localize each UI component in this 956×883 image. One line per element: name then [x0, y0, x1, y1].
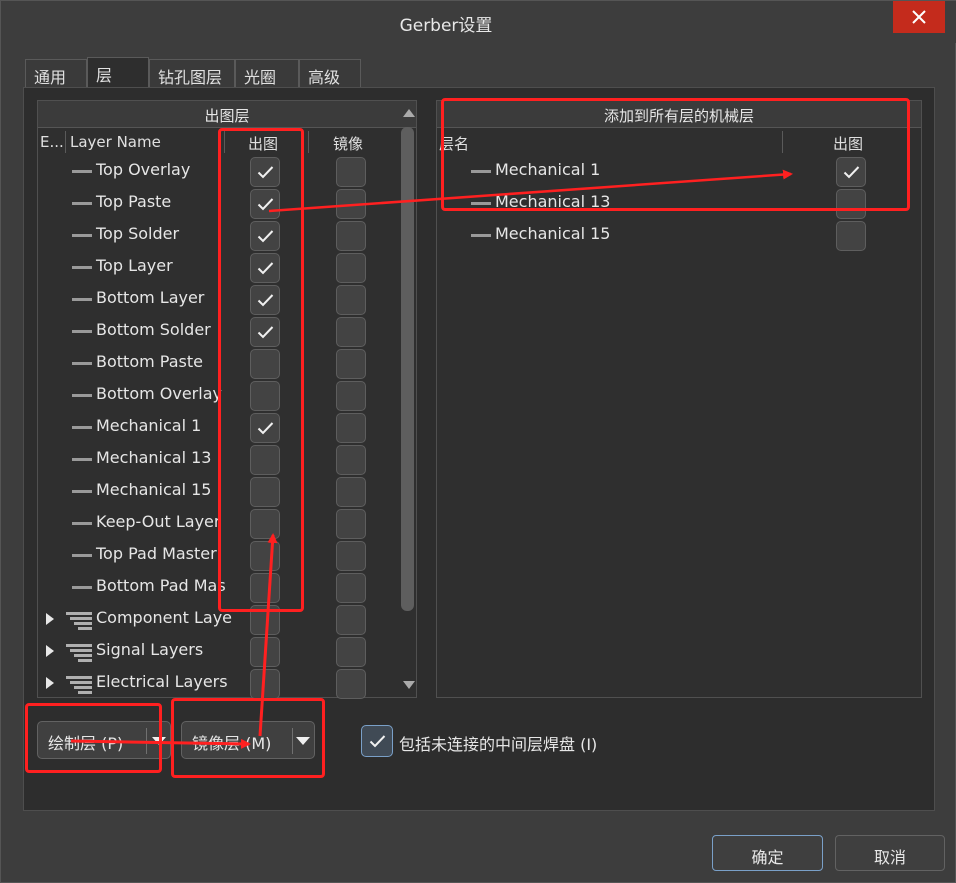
plot-checkbox[interactable]	[250, 669, 280, 699]
layer-color-swatch	[72, 458, 92, 461]
col-layer-name[interactable]: Layer Name	[70, 129, 161, 157]
mirror-checkbox[interactable]	[336, 221, 366, 251]
layer-name: Electrical Layers	[96, 672, 228, 691]
layer-name: Bottom Pad Mas	[96, 576, 226, 595]
col-separator	[308, 131, 309, 153]
plot-checkbox[interactable]	[836, 221, 866, 251]
tab-advanced[interactable]: 高级	[299, 59, 361, 89]
col-separator	[65, 131, 66, 153]
mirror-checkbox[interactable]	[336, 285, 366, 315]
mechanical-layer-row[interactable]: Mechanical 15	[437, 219, 921, 251]
include-unconnected-checkbox[interactable]	[361, 725, 393, 757]
layer-color-swatch	[72, 554, 92, 557]
layer-color-swatch	[471, 234, 491, 237]
tab-layers[interactable]: 层	[87, 57, 149, 89]
window-title: Gerber设置	[399, 16, 493, 36]
plot-checkbox[interactable]	[250, 637, 280, 667]
mirror-checkbox[interactable]	[336, 637, 366, 667]
col-mirror[interactable]: 镜像	[333, 129, 363, 157]
close-button[interactable]	[893, 1, 945, 33]
layer-name: Top Paste	[96, 192, 172, 211]
layer-stack-icon	[66, 675, 94, 694]
layer-name: Mechanical 1	[96, 416, 202, 435]
layer-color-swatch	[72, 298, 92, 301]
annotation-box-plot-column	[218, 128, 304, 612]
layer-name: Mechanical 15	[495, 224, 611, 243]
layer-color-swatch	[72, 522, 92, 525]
layer-color-swatch	[72, 202, 92, 205]
layer-color-swatch	[72, 362, 92, 365]
mirror-checkbox[interactable]	[336, 189, 366, 219]
gerber-settings-dialog: Gerber设置 通用 层 钻孔图层 光圈 高级 出图层 E... Layer …	[0, 0, 956, 883]
layer-group-row[interactable]: Electrical Layers	[38, 667, 416, 699]
title-bar: Gerber设置	[1, 1, 956, 43]
expand-arrow-icon[interactable]	[46, 613, 54, 625]
layer-color-swatch	[72, 266, 92, 269]
layer-name: Top Pad Master	[96, 544, 217, 563]
annotation-box-mirror-button	[171, 698, 325, 778]
layer-name: Mechanical 13	[96, 448, 212, 467]
layer-name: Signal Layers	[96, 640, 204, 659]
tab-drill-drawing[interactable]: 钻孔图层	[149, 59, 235, 89]
expand-arrow-icon[interactable]	[46, 677, 54, 689]
mirror-checkbox[interactable]	[336, 253, 366, 283]
layer-name: Bottom Solder	[96, 320, 211, 339]
layer-name: Keep-Out Layer	[96, 512, 221, 531]
expand-arrow-icon[interactable]	[46, 645, 54, 657]
layer-stack-icon	[66, 611, 94, 630]
scroll-down-icon[interactable]	[403, 681, 415, 689]
layer-color-swatch	[72, 234, 92, 237]
layer-name: Top Solder	[96, 224, 180, 243]
ok-button[interactable]: 确定	[712, 835, 823, 871]
mirror-checkbox[interactable]	[336, 605, 366, 635]
mirror-checkbox[interactable]	[336, 157, 366, 187]
mirror-checkbox[interactable]	[336, 573, 366, 603]
mirror-checkbox[interactable]	[336, 541, 366, 571]
layer-color-swatch	[72, 586, 92, 589]
scroll-thumb[interactable]	[401, 127, 414, 611]
layer-name: Bottom Paste	[96, 352, 203, 371]
mirror-checkbox[interactable]	[336, 669, 366, 699]
mirror-checkbox[interactable]	[336, 413, 366, 443]
layer-group-row[interactable]: Signal Layers	[38, 635, 416, 667]
annotation-box-mechanical	[441, 98, 910, 211]
cancel-button[interactable]: 取消	[835, 835, 945, 871]
mirror-checkbox[interactable]	[336, 381, 366, 411]
mirror-checkbox[interactable]	[336, 445, 366, 475]
layer-name: Top Overlay	[96, 160, 191, 179]
layer-name: Component Laye	[96, 608, 233, 627]
mirror-checkbox[interactable]	[336, 509, 366, 539]
tab-apertures[interactable]: 光圈	[235, 59, 299, 89]
mirror-checkbox[interactable]	[336, 349, 366, 379]
layer-color-swatch	[72, 170, 92, 173]
close-icon	[912, 10, 926, 24]
scroll-up-icon[interactable]	[403, 109, 415, 117]
layer-color-swatch	[72, 394, 92, 397]
mirror-checkbox[interactable]	[336, 317, 366, 347]
include-unconnected-label: 包括未连接的中间层焊盘 (I)	[399, 735, 598, 754]
mirror-checkbox[interactable]	[336, 477, 366, 507]
annotation-box-plot-button	[25, 703, 162, 773]
layer-name: Bottom Overlay	[96, 384, 222, 403]
layer-color-swatch	[72, 426, 92, 429]
layer-name: Mechanical 15	[96, 480, 212, 499]
layer-name: Bottom Layer	[96, 288, 205, 307]
layer-name: Top Layer	[96, 256, 173, 275]
col-e[interactable]: E...	[40, 129, 64, 157]
layer-color-swatch	[72, 330, 92, 333]
layer-stack-icon	[66, 643, 94, 662]
check-icon	[369, 735, 386, 748]
tab-general[interactable]: 通用	[25, 59, 87, 89]
layer-color-swatch	[72, 490, 92, 493]
plot-layers-header: 出图层	[38, 101, 416, 128]
